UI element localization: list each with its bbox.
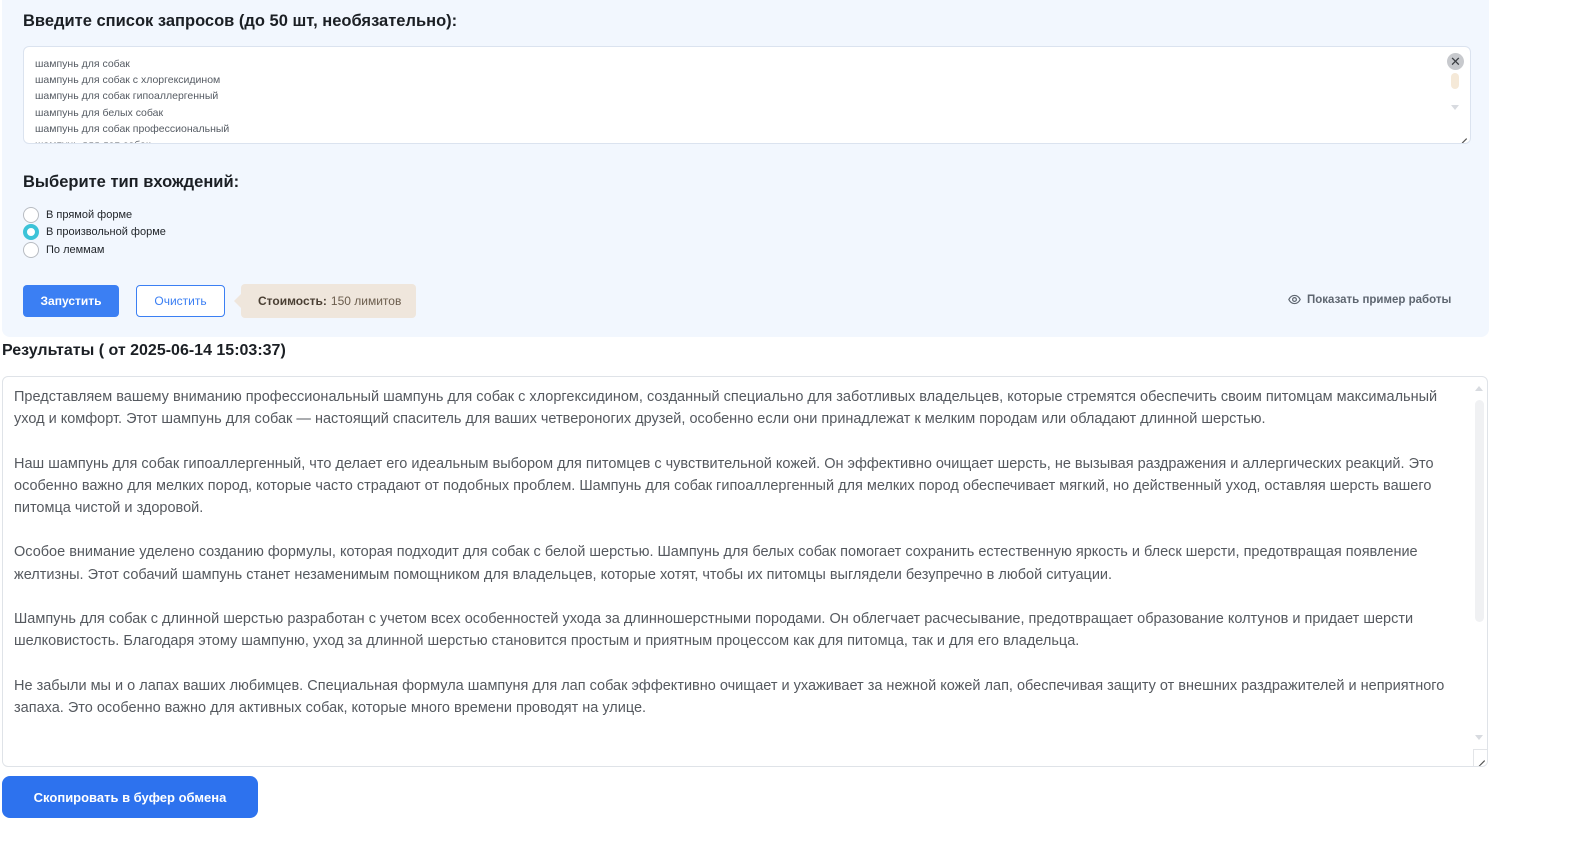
queries-scroll-down-icon[interactable]: [1451, 105, 1459, 110]
radio-label: В произвольной форме: [46, 225, 166, 238]
query-form-panel: Введите список запросов (до 50 шт, необя…: [2, 0, 1489, 337]
radio-button[interactable]: [23, 241, 39, 258]
cost-value: 150 лимитов: [330, 294, 402, 308]
radio-button-checked[interactable]: [23, 223, 39, 240]
queries-scrollbar-thumb[interactable]: [1451, 73, 1459, 89]
queries-resize-handle[interactable]: [1455, 128, 1469, 142]
show-example-link[interactable]: Показать пример работы: [1288, 293, 1451, 306]
queries-title: Введите список запросов (до 50 шт, необя…: [23, 12, 458, 30]
radio-option-direct[interactable]: В прямой форме: [23, 206, 132, 223]
results-scroll-up-icon[interactable]: [1475, 386, 1483, 391]
results-paragraph: Особое внимание уделено созданию формулы…: [14, 544, 1418, 583]
eye-icon: [1288, 294, 1301, 305]
clear-button[interactable]: Очистить: [136, 285, 225, 317]
show-example-label[interactable]: Показать пример работы: [1307, 294, 1451, 306]
radio-label: В прямой форме: [46, 208, 133, 221]
results-text[interactable]: Представляем вашему вниманию профессиона…: [14, 386, 1464, 741]
queries-textarea[interactable]: шампунь для собак шампунь для собак с хл…: [23, 46, 1471, 144]
results-textarea[interactable]: Представляем вашему вниманию профессиона…: [2, 376, 1488, 767]
results-scrollbar-thumb[interactable]: [1475, 400, 1484, 622]
occurrence-type-title: Выберите тип вхождений:: [23, 173, 240, 191]
results-paragraph: Представляем вашему вниманию профессиона…: [14, 389, 1438, 428]
radio-option-free[interactable]: В произвольной форме: [23, 223, 166, 240]
results-paragraph: Наш шампунь для собак гипоаллергенный, ч…: [14, 455, 1434, 516]
results-resize-handle[interactable]: [1473, 750, 1487, 764]
results-paragraph: Не забыли мы и о лапах ваших любимцев. С…: [14, 677, 1445, 716]
run-button[interactable]: Запустить: [23, 285, 119, 317]
radio-option-lemmas[interactable]: По леммам: [23, 241, 104, 258]
cost-label: Стоимость:: [258, 294, 327, 308]
radio-button[interactable]: [23, 206, 39, 223]
cost-badge: Стоимость: 150 лимитов: [233, 284, 417, 318]
results-scroll-down-icon[interactable]: [1475, 735, 1483, 740]
queries-text[interactable]: шампунь для собак шампунь для собак с хл…: [35, 56, 229, 143]
results-paragraph: Шампунь для собак с длинной шерстью разр…: [14, 610, 1414, 650]
copy-to-clipboard-button[interactable]: Скопировать в буфер обмена: [2, 776, 258, 818]
results-title: Результаты ( от 2025-06-14 15:03:37): [2, 342, 286, 359]
radio-label: По леммам: [46, 243, 105, 256]
clear-queries-icon[interactable]: ✕: [1447, 53, 1464, 70]
